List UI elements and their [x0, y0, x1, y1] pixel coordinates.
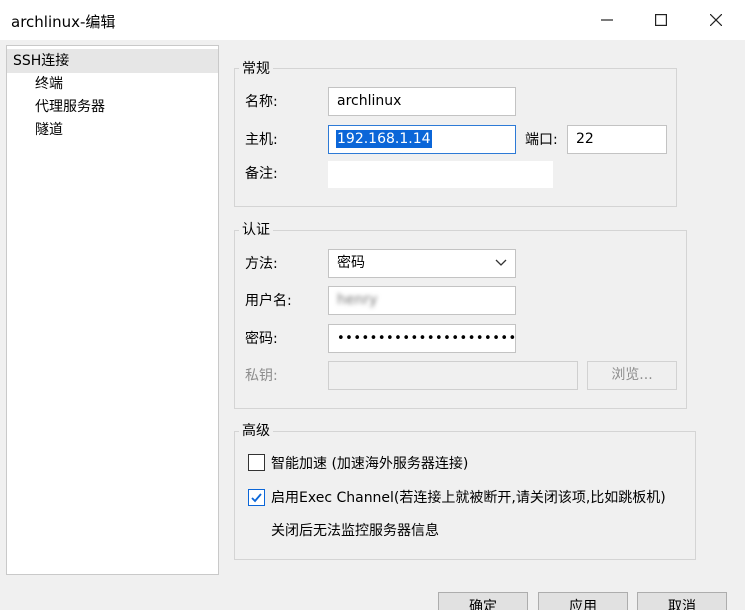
host-label: 主机:	[245, 132, 278, 148]
close-button[interactable]	[693, 0, 739, 40]
nav-item-tunnel[interactable]: 隧道	[7, 118, 218, 142]
method-label: 方法:	[245, 256, 278, 272]
note-label: 备注:	[245, 166, 278, 182]
general-legend: 常规	[239, 60, 273, 78]
minimize-icon	[601, 19, 613, 21]
password-label: 密码:	[245, 331, 278, 347]
username-input[interactable]: henry	[328, 286, 516, 315]
exec-channel-note: 关闭后无法监控服务器信息	[271, 523, 439, 539]
title-bar: archlinux-编辑	[0, 0, 745, 40]
host-value: 192.168.1.14	[336, 130, 432, 148]
nav-item-proxy[interactable]: 代理服务器	[7, 95, 218, 119]
private-key-input[interactable]	[328, 361, 578, 390]
window-title: archlinux-编辑	[11, 13, 116, 31]
nav-item-terminal[interactable]: 终端	[7, 72, 218, 96]
auth-legend: 认证	[239, 221, 273, 239]
exec-channel-checkbox[interactable]	[248, 489, 265, 506]
method-value: 密码	[337, 255, 365, 271]
ok-button[interactable]: 确定	[438, 592, 528, 610]
name-label: 名称:	[245, 94, 278, 110]
private-key-label: 私钥:	[245, 368, 278, 384]
password-input[interactable]: ••••••••••••••••••••••	[328, 324, 516, 353]
username-value: henry	[337, 292, 378, 308]
nav-item-ssh[interactable]: SSH连接	[7, 49, 218, 73]
maximize-button[interactable]	[638, 0, 684, 40]
maximize-icon	[655, 14, 667, 26]
close-icon	[710, 14, 722, 26]
port-input[interactable]: 22	[567, 125, 667, 154]
note-input[interactable]	[328, 161, 553, 188]
minimize-button[interactable]	[584, 0, 630, 40]
cancel-button[interactable]: 取消	[637, 592, 727, 610]
port-label: 端口:	[525, 132, 558, 148]
smart-accel-checkbox[interactable]	[248, 454, 265, 471]
name-input[interactable]: archlinux	[328, 87, 516, 116]
advanced-legend: 高级	[239, 422, 273, 440]
smart-accel-label: 智能加速 (加速海外服务器连接)	[271, 456, 469, 472]
settings-nav: SSH连接 终端 代理服务器 隧道	[6, 45, 219, 575]
browse-button[interactable]: 浏览...	[587, 361, 677, 390]
exec-channel-label: 启用Exec Channel(若连接上就被断开,请关闭该项,比如跳板机)	[271, 490, 666, 506]
chevron-down-icon	[495, 259, 507, 266]
checkmark-icon	[251, 493, 262, 503]
host-input[interactable]: 192.168.1.14	[328, 125, 516, 154]
username-label: 用户名:	[245, 293, 292, 309]
apply-button[interactable]: 应用	[538, 592, 628, 610]
method-select[interactable]: 密码	[328, 249, 516, 278]
